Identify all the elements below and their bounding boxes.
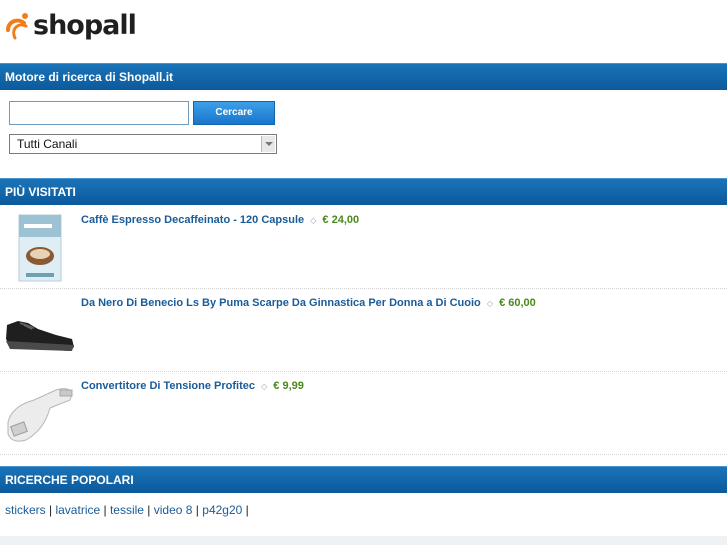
- product-item: Convertitore Di Tensione Profitec ◇ € 9,…: [0, 372, 727, 455]
- product-price: € 60,00: [499, 297, 536, 309]
- popular-searches-list: stickers | lavatrice | tessile | video 8…: [5, 503, 249, 517]
- footer-strip: [0, 536, 727, 545]
- product-thumbnail[interactable]: [4, 295, 76, 367]
- product-title-line: Caffè Espresso Decaffeinato - 120 Capsul…: [81, 214, 359, 226]
- shopall-logo[interactable]: shopall: [5, 8, 137, 42]
- product-title-line: Da Nero Di Benecio Ls By Puma Scarpe Da …: [81, 297, 536, 309]
- product-item: Da Nero Di Benecio Ls By Puma Scarpe Da …: [0, 289, 727, 372]
- logo-text: shopall: [33, 9, 137, 41]
- product-title-link[interactable]: Caffè Espresso Decaffeinato - 120 Capsul…: [81, 214, 304, 226]
- popular-searches-header: RICERCHE POPOLARI: [0, 466, 727, 493]
- product-price: € 9,99: [273, 380, 304, 392]
- search-input[interactable]: [9, 101, 189, 125]
- shopall-logo-icon: [6, 13, 28, 40]
- shoe-icon: [6, 321, 74, 351]
- popular-search-link[interactable]: video 8: [154, 503, 193, 517]
- popular-search-link[interactable]: p42g20: [202, 503, 242, 517]
- popular-search-link[interactable]: lavatrice: [55, 503, 100, 517]
- popular-search-link[interactable]: stickers: [5, 503, 46, 517]
- separator-icon: ◇: [310, 216, 317, 225]
- channel-select-value: Tutti Canali: [17, 137, 78, 151]
- search-button[interactable]: Cercare: [193, 101, 275, 125]
- coffee-box-icon: [18, 214, 62, 282]
- product-thumbnail[interactable]: [4, 212, 76, 284]
- popular-search-link[interactable]: tessile: [110, 503, 144, 517]
- chevron-down-icon[interactable]: [261, 136, 275, 152]
- product-price: € 24,00: [322, 214, 360, 226]
- most-visited-header: PIÙ VISITATI: [0, 178, 727, 205]
- product-title-line: Convertitore Di Tensione Profitec ◇ € 9,…: [81, 380, 304, 392]
- search-section-header: Motore di ricerca di Shopall.it: [0, 63, 727, 90]
- product-thumbnail[interactable]: [4, 378, 76, 450]
- channel-select[interactable]: Tutti Canali: [9, 134, 277, 154]
- product-title-link[interactable]: Da Nero Di Benecio Ls By Puma Scarpe Da …: [81, 297, 481, 309]
- car-charger-icon: [7, 388, 73, 442]
- product-title-link[interactable]: Convertitore Di Tensione Profitec: [81, 380, 255, 392]
- separator-icon: ◇: [261, 382, 268, 391]
- product-item: Caffè Espresso Decaffeinato - 120 Capsul…: [0, 206, 727, 289]
- separator-icon: ◇: [486, 299, 493, 308]
